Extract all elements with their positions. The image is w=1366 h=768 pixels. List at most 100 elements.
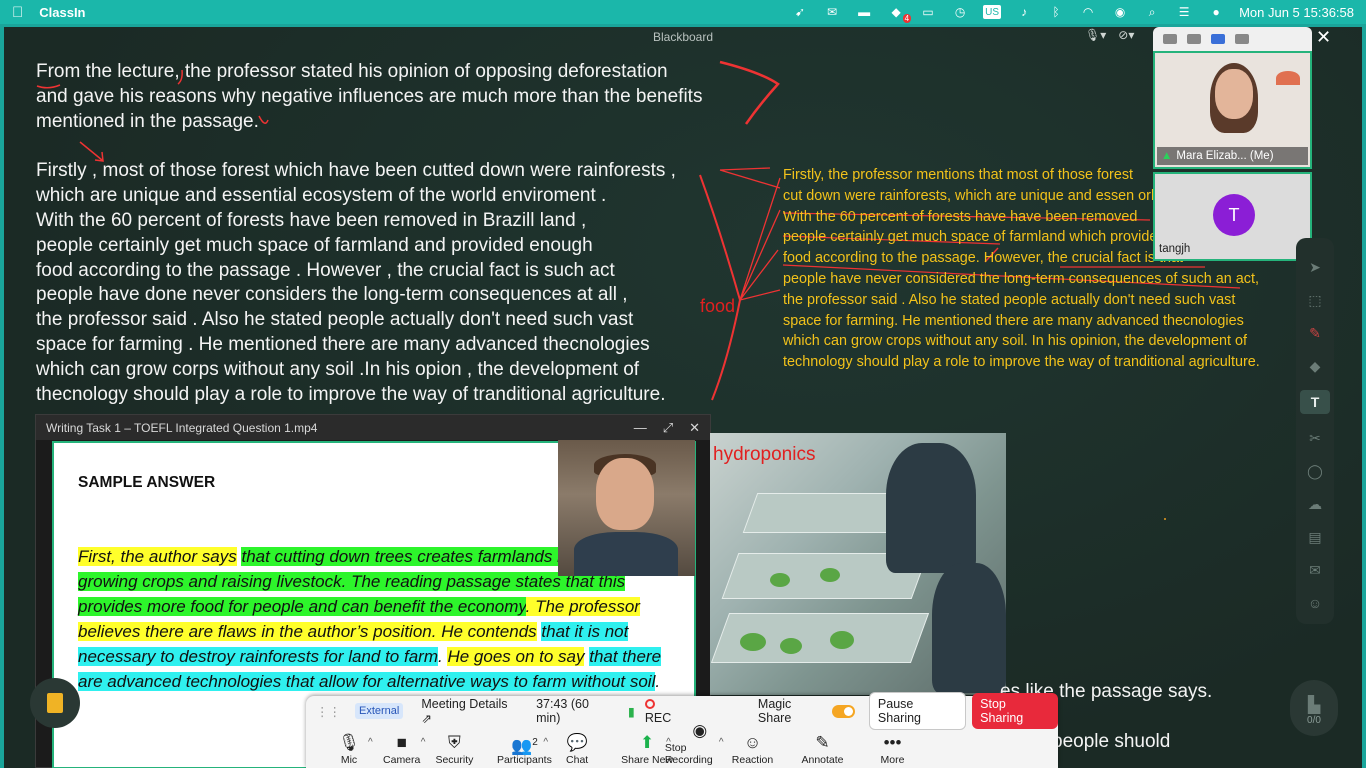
bluetooth-icon[interactable]: ᛒ: [1047, 5, 1065, 19]
essay-paragraph-2: Firstly , most of those forest which hav…: [36, 160, 676, 405]
toolbox-icon[interactable]: ▤: [1304, 528, 1326, 546]
volume-icon[interactable]: ♪: [1015, 5, 1033, 19]
select-icon[interactable]: ⬚: [1304, 291, 1326, 309]
student-essay: From the lecture, the professor stated h…: [36, 60, 726, 407]
stop-sharing-button[interactable]: Stop Sharing: [972, 693, 1059, 729]
page-indicator[interactable]: ▙ 0/0: [1290, 680, 1338, 736]
pen-icon[interactable]: ✎: [1304, 324, 1326, 342]
video-layout-toolbar: [1153, 27, 1312, 51]
magic-share-toggle[interactable]: [831, 704, 855, 718]
meeting-details-button[interactable]: Meeting Details ⇗: [421, 697, 518, 726]
mac-menubar:  ClassIn ➹ ✉ ▬ ◆4 ▭ ◷ US ♪ ᛒ ◠ ◉ ⌕ ☰ ● …: [0, 0, 1366, 24]
classin-icon[interactable]: ▬: [855, 5, 873, 19]
button-label: Reaction: [731, 754, 774, 766]
user-icon[interactable]: ◉: [1111, 5, 1129, 19]
annotation-food: food: [700, 296, 736, 316]
members-icon[interactable]: ☺: [1304, 594, 1326, 612]
text-tool-icon[interactable]: T: [1300, 390, 1330, 414]
plant: [780, 638, 802, 654]
board-audio-controls: 🎙▾ ⊘▾: [1085, 28, 1134, 42]
dropbox-icon[interactable]: ◆ 4: [887, 5, 912, 23]
minimize-icon[interactable]: —: [634, 420, 647, 436]
time-machine-icon[interactable]: ◷: [951, 5, 969, 19]
siri-icon[interactable]: ●: [1207, 5, 1225, 19]
input-source-icon[interactable]: US: [983, 5, 1002, 19]
chat-icon: 💬: [566, 733, 588, 752]
status-icons: ➹ ✉ ▬ ◆ 4 ▭ ◷ US ♪ ᛒ ◠ ◉ ⌕ ☰ ● Mon Jun 5 …: [791, 5, 1354, 23]
participant-face: [1215, 69, 1253, 119]
chat-button[interactable]: 💬 Chat: [542, 732, 612, 766]
pointer-icon[interactable]: ➤: [1304, 258, 1326, 276]
cloud-icon[interactable]: ☁: [1304, 495, 1326, 513]
smile-icon: ☺: [743, 733, 762, 752]
button-label: Chat: [566, 754, 589, 766]
hydroponics-photo[interactable]: [710, 433, 1006, 695]
mic-icon: 🎙: [338, 733, 360, 752]
layout-speaker-icon[interactable]: [1187, 34, 1201, 44]
eraser-icon[interactable]: ◆: [1304, 357, 1326, 375]
close-icon[interactable]: ✕: [1316, 27, 1331, 48]
plant: [740, 633, 766, 651]
speaker-muted-icon[interactable]: ⊘▾: [1118, 28, 1134, 42]
external-badge: External: [355, 703, 404, 719]
document-icon: [47, 693, 63, 713]
participants-panel: ▲ Mara Elizab... (Me) T tangjh: [1153, 27, 1312, 261]
pause-sharing-button[interactable]: Pause Sharing: [868, 692, 967, 730]
battery-icon[interactable]: ▭: [919, 5, 937, 19]
camera-icon: ■: [396, 733, 407, 752]
video-window-controls: — ⤢ ✕: [634, 420, 700, 436]
scissors-icon[interactable]: ✂: [1304, 429, 1326, 447]
drag-handle-icon[interactable]: ⋮⋮: [316, 704, 341, 719]
sample-answer-segment: First, the author says: [78, 547, 237, 566]
participant-tile-tangjh[interactable]: T tangjh: [1153, 172, 1312, 261]
wifi-icon[interactable]: ◠: [1079, 5, 1097, 19]
share-icon: ⬆: [639, 733, 655, 752]
video-titlebar[interactable]: Writing Task 1 – TOEFL Integrated Questi…: [36, 415, 710, 440]
share-link-icon: ⇗: [421, 711, 432, 726]
shape-icon[interactable]: ◯: [1304, 462, 1326, 480]
layout-grid-icon[interactable]: [1235, 34, 1249, 44]
close-icon[interactable]: ✕: [689, 420, 700, 436]
presenter-video: [558, 440, 695, 576]
menubar-clock[interactable]: Mon Jun 5 15:36:58: [1239, 5, 1354, 20]
magic-share-label: Magic Share: [757, 697, 792, 725]
document-button[interactable]: [30, 678, 80, 728]
control-center-icon[interactable]: ☰: [1175, 5, 1193, 19]
video-title: Writing Task 1 – TOEFL Integrated Questi…: [46, 420, 318, 435]
avatar: T: [1213, 194, 1255, 236]
chat-icon[interactable]: ✉: [1304, 561, 1326, 579]
more-button[interactable]: ••• More: [858, 732, 928, 766]
participant-name: tangjh: [1159, 243, 1191, 255]
notification-badge: 4: [902, 14, 912, 23]
button-label: More: [880, 754, 905, 766]
meeting-timer: 37:43 (60 min): [536, 697, 589, 725]
reaction-button[interactable]: ☺ Reaction: [718, 732, 788, 766]
worker-figure: [886, 443, 976, 573]
wechat-icon[interactable]: ✉: [823, 5, 841, 19]
signal-icon: ▮: [627, 704, 635, 719]
page-icon: ▙: [1307, 697, 1321, 714]
shield-icon: ⛨: [448, 733, 461, 752]
sample-answer-segment: .: [655, 672, 661, 691]
security-button[interactable]: ⛨ Security: [419, 732, 489, 766]
fullscreen-icon[interactable]: ⤢: [663, 420, 673, 436]
search-icon[interactable]: ⌕: [1143, 5, 1161, 19]
page-count: 0/0: [1307, 715, 1321, 726]
layout-strip-icon[interactable]: [1211, 34, 1225, 44]
participants-count: 2: [532, 737, 538, 748]
layout-minimize-icon[interactable]: [1163, 34, 1177, 44]
whiteboard-toolbar: ➤ ⬚ ✎ ◆ T ✂ ◯ ☁ ▤ ✉ ☺: [1296, 238, 1334, 624]
arrow-icon[interactable]: ➹: [791, 5, 809, 19]
essay-fragment-2: people shuold: [1052, 731, 1171, 752]
participant-tile-me[interactable]: ▲ Mara Elizab... (Me): [1153, 51, 1312, 169]
presenter-shirt: [574, 532, 678, 576]
button-label: Camera: [383, 754, 421, 766]
mic-icon[interactable]: 🎙▾: [1085, 28, 1106, 42]
apple-icon[interactable]: : [12, 4, 23, 21]
sample-answer-segment: that cutting down trees creates farmland…: [241, 547, 567, 566]
participant-name: Mara Elizab... (Me): [1176, 150, 1274, 162]
button-label: Annotate: [801, 754, 844, 766]
app-name[interactable]: ClassIn: [39, 5, 85, 20]
sample-answer-heading: SAMPLE ANSWER: [78, 474, 216, 491]
annotate-button[interactable]: ✎ Annotate: [788, 732, 858, 766]
